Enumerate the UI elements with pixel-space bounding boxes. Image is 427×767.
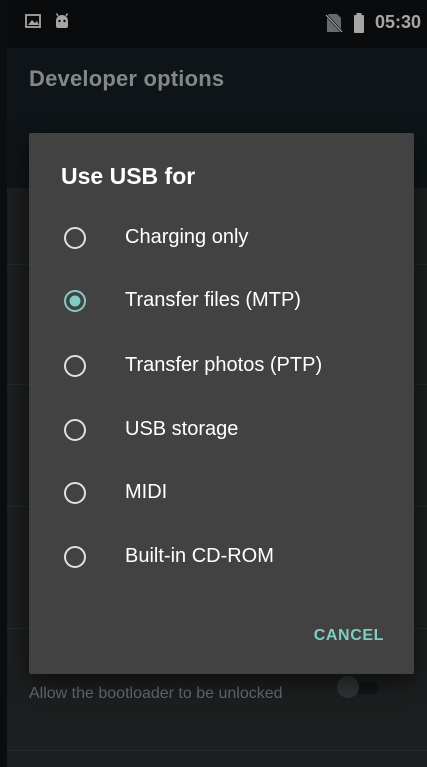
option-transfer-photos-ptp[interactable]: Transfer photos (PTP) [29,336,414,396]
radio-unchecked-icon[interactable] [63,226,87,250]
option-label: Charging only [125,226,249,248]
cancel-button[interactable]: CANCEL [314,627,384,645]
radio-checked-icon[interactable] [63,289,87,313]
option-label: Transfer files (MTP) [125,289,301,311]
radio-unchecked-icon[interactable] [63,354,87,378]
dialog-title: Use USB for [61,163,196,189]
option-built-in-cd-rom[interactable]: Built-in CD-ROM [29,527,414,587]
option-midi[interactable]: MIDI [29,463,414,523]
option-label: Built-in CD-ROM [125,545,274,567]
option-label: MIDI [125,481,168,503]
radio-unchecked-icon[interactable] [63,481,87,505]
option-usb-storage[interactable]: USB storage [29,400,414,460]
option-transfer-files-mtp[interactable]: Transfer files (MTP) [29,271,414,331]
radio-unchecked-icon[interactable] [63,418,87,442]
option-label: USB storage [125,418,239,440]
screen: 05:30 Developer options Allow the bootlo… [7,0,427,767]
option-charging-only[interactable]: Charging only [29,208,414,268]
radio-unchecked-icon[interactable] [63,545,87,569]
use-usb-dialog: Use USB for Charging only Transfer files… [29,133,414,674]
option-label: Transfer photos (PTP) [125,354,323,376]
